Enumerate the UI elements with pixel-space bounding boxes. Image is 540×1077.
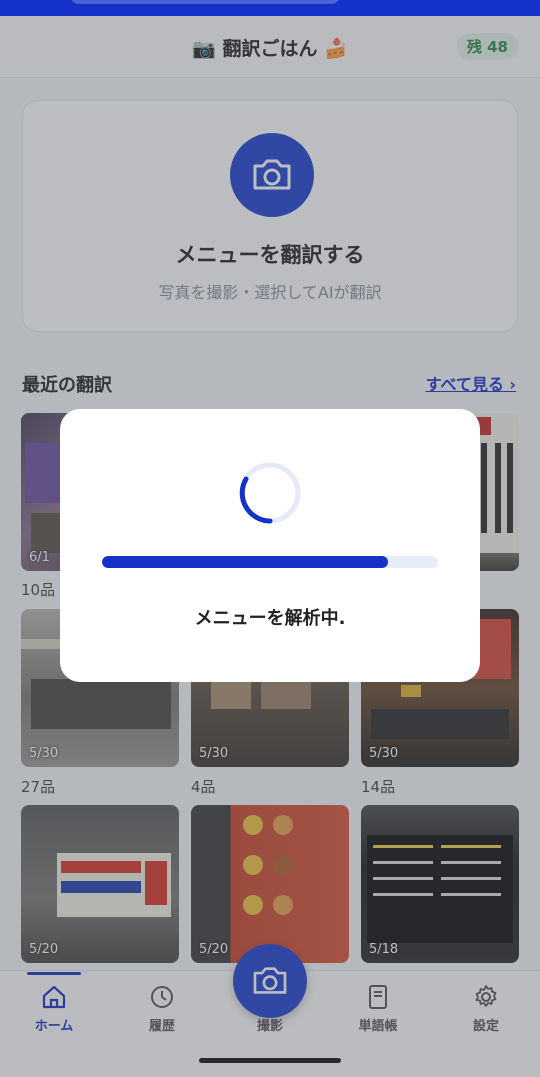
loading-message: メニューを解析中. <box>194 608 346 629</box>
url-pill <box>70 0 340 4</box>
progress-fill <box>102 556 388 568</box>
loading-spinner-icon <box>239 462 301 524</box>
status-bar <box>0 0 540 16</box>
loading-dialog: メニューを解析中. <box>60 409 480 682</box>
progress-bar <box>102 556 438 568</box>
